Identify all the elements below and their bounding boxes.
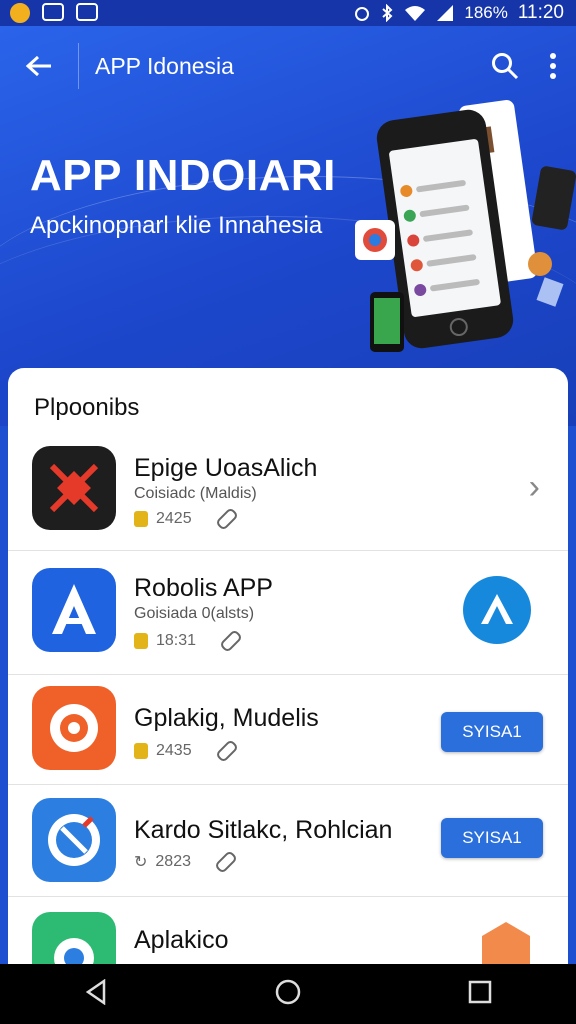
- list-item[interactable]: Gplakig, Mudelis 2435 SYISA1: [8, 674, 568, 785]
- app-logo-icon: [48, 814, 100, 866]
- back-button[interactable]: [0, 26, 78, 106]
- signal-icon: [437, 5, 454, 21]
- box-icon: [482, 922, 530, 968]
- hero-title: APP INDOIARI: [30, 151, 336, 200]
- bluetooth-icon: [382, 4, 393, 22]
- link-icon: [214, 506, 239, 532]
- app-icon: [32, 912, 116, 968]
- status-bar: 186% 11:20: [0, 0, 576, 26]
- app-icon: [32, 798, 116, 882]
- recents-square-icon: [469, 980, 492, 1003]
- link-icon: [214, 738, 239, 764]
- app-list-card: Plpoonibs Epige UoasAlich Coisiadc (Mald…: [8, 368, 568, 968]
- refresh-icon: ↻: [134, 854, 148, 871]
- wifi-icon: [405, 6, 426, 21]
- app-meta-value: 2425: [156, 510, 192, 527]
- app-name: Robolis APP: [134, 574, 273, 602]
- app-subtitle: Coisiadc (Maldis): [134, 485, 257, 502]
- home-circle-icon: [275, 979, 301, 1004]
- app-meta: 2435: [134, 738, 239, 764]
- app-icon: [32, 686, 116, 770]
- chevron-right-icon[interactable]: ›: [529, 468, 540, 507]
- app-meta-value: 2435: [156, 742, 192, 759]
- arrow-left-icon: [25, 55, 51, 77]
- section-title: Plpoonibs: [34, 394, 140, 421]
- install-button[interactable]: SYISA1: [441, 712, 543, 752]
- nav-recents-button[interactable]: [468, 980, 492, 1009]
- app-name: Gplakig, Mudelis: [134, 704, 319, 732]
- coin-icon: [134, 743, 148, 759]
- notification-icons: [0, 3, 98, 23]
- hero-banner: APP Idonesia APP INDOIARI Apckinopnarl k…: [0, 26, 576, 426]
- alarm-icon: [355, 7, 370, 21]
- install-button[interactable]: SYISA1: [441, 818, 543, 858]
- app-icon: [32, 446, 116, 530]
- list-item[interactable]: Robolis APP Goisiada 0(alsts) 18:31: [8, 550, 568, 675]
- search-button[interactable]: [480, 41, 530, 91]
- image-notification-icon: [42, 3, 64, 21]
- app-name: Kardo Sitlakc, Rohlcian: [134, 816, 393, 844]
- gallery-notification-icon: [76, 3, 98, 21]
- battery-level: 186%: [464, 3, 508, 22]
- nav-home-button[interactable]: [275, 979, 301, 1010]
- app-meta-value: 2823: [155, 853, 191, 870]
- app-logo-icon: [54, 938, 94, 968]
- phone-illustration: [355, 100, 576, 352]
- app-bar: APP Idonesia: [0, 26, 576, 106]
- list-item[interactable]: Aplakico: [8, 896, 568, 968]
- hero-subtitle: Apckinopnarl klie Innahesia: [30, 212, 323, 239]
- app-notification-icon: [10, 3, 30, 23]
- system-navigation-bar: [0, 964, 576, 1024]
- app-logo-icon: [49, 463, 99, 513]
- page-title: APP Idonesia: [95, 52, 234, 79]
- app-logo-icon: [50, 704, 98, 752]
- list-item[interactable]: Epige UoasAlich Coisiadc (Maldis) 2425 ›: [8, 430, 568, 551]
- list-item[interactable]: Kardo Sitlakc, Rohlcian ↻ 2823 SYISA1: [8, 784, 568, 897]
- app-badge-logo[interactable]: [463, 576, 531, 644]
- divider: [78, 43, 79, 89]
- app-subtitle: Goisiada 0(alsts): [134, 605, 255, 622]
- link-icon: [213, 849, 239, 875]
- app-meta: 2425: [134, 506, 239, 532]
- link-icon: [219, 628, 244, 654]
- coin-icon: [134, 633, 148, 649]
- app-a-logo-icon: [481, 594, 513, 624]
- app-logo-icon: [52, 584, 96, 634]
- app-meta: ↻ 2823: [134, 849, 239, 875]
- back-triangle-icon: [85, 978, 105, 1005]
- nav-back-button[interactable]: [84, 978, 108, 1010]
- app-icon: [32, 568, 116, 652]
- app-meta: 18:31: [134, 628, 244, 654]
- search-icon: [492, 53, 519, 80]
- more-vertical-icon: [550, 53, 556, 79]
- app-name: Aplakico: [134, 926, 229, 954]
- coin-icon: [134, 511, 148, 527]
- app-meta-value: 18:31: [156, 632, 197, 649]
- clock: 11:20: [517, 2, 564, 23]
- app-name: Epige UoasAlich: [134, 454, 318, 482]
- overflow-menu-button[interactable]: [530, 41, 576, 91]
